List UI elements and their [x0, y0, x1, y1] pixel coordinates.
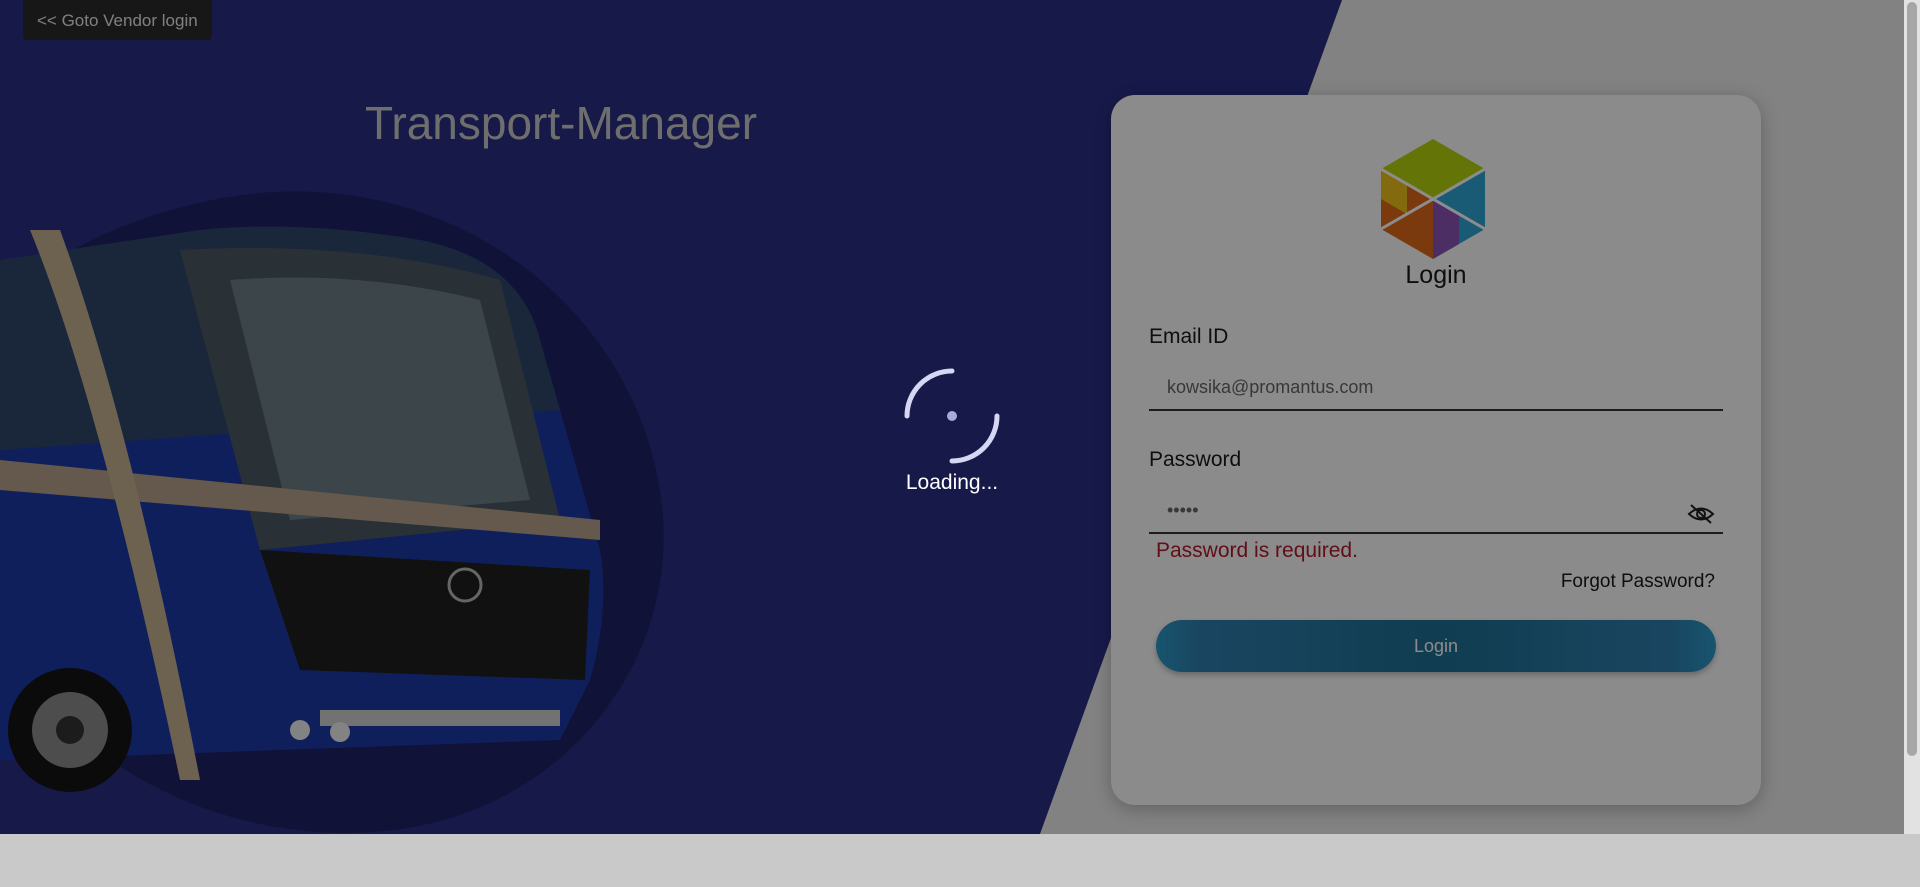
- scrollbar-thumb[interactable]: [1907, 2, 1917, 756]
- spinner-icon: [904, 368, 1000, 464]
- loading-text: Loading...: [905, 471, 999, 494]
- scrollbar[interactable]: [1904, 0, 1920, 834]
